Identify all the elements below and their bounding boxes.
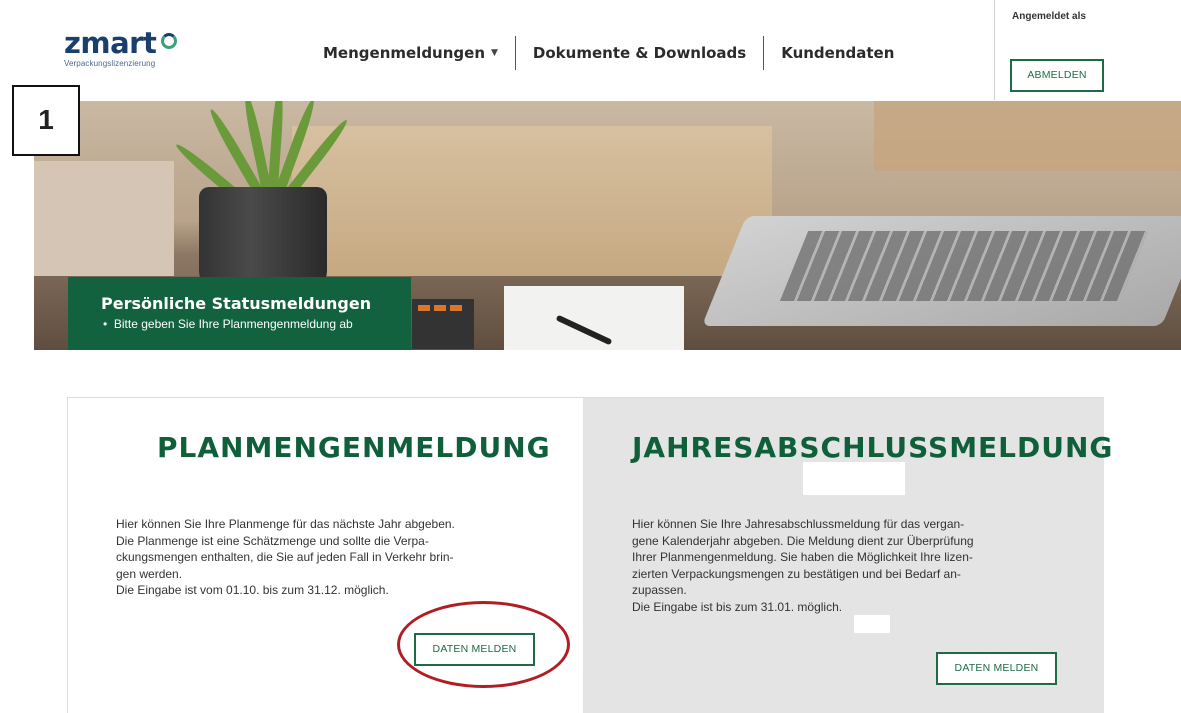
chevron-down-icon: ▼: [491, 48, 498, 59]
card-title: PLANMENGENMELDUNG: [157, 431, 551, 464]
highlight-circle: [397, 601, 570, 688]
nav-item-dokumente-downloads[interactable]: Dokumente & Downloads: [516, 36, 763, 70]
report-data-button[interactable]: DATEN MELDEN: [936, 652, 1057, 685]
logo-wordmark: zmart: [64, 26, 157, 60]
logged-in-label: Angemeldet als: [1012, 11, 1086, 22]
calculator-icon: [412, 299, 474, 349]
redacted-year: [854, 615, 890, 633]
nav-item-mengenmeldungen[interactable]: Mengenmeldungen ▼: [306, 36, 515, 71]
card-description: Hier können Sie Ihre Planmenge für das n…: [116, 517, 455, 597]
step-number-badge: 1: [12, 85, 80, 156]
logo-ring-icon: [161, 33, 178, 49]
logo-tagline: Verpackungslizenzierung: [64, 59, 156, 68]
report-cards: PLANMENGENMELDUNG Hier können Sie Ihre P…: [67, 397, 1112, 713]
status-notification-box: Persönliche Statusmeldungen • Bitte gebe…: [68, 277, 411, 350]
hero-banner: Persönliche Statusmeldungen • Bitte gebe…: [34, 101, 1181, 350]
card-jahresabschlussmeldung: JAHRESABSCHLUSSMELDUNG Hier können Sie I…: [583, 398, 1112, 713]
header-divider: [994, 0, 995, 100]
card-title: JAHRESABSCHLUSSMELDUNG: [632, 431, 1114, 464]
status-item[interactable]: • Bitte geben Sie Ihre Planmengenmeldung…: [101, 317, 411, 331]
logout-button[interactable]: ABMELDEN: [1010, 59, 1104, 92]
nav-item-kundendaten[interactable]: Kundendaten: [764, 36, 911, 70]
card-description: Hier können Sie Ihre Jahresabschlussmeld…: [632, 517, 974, 614]
status-title: Persönliche Statusmeldungen: [101, 294, 372, 313]
main-nav: Mengenmeldungen ▼ Dokumente & Downloads K…: [306, 36, 911, 70]
redacted-area: [803, 462, 905, 495]
zmart-logo[interactable]: zmart Verpackungslizenzierung: [64, 26, 178, 68]
